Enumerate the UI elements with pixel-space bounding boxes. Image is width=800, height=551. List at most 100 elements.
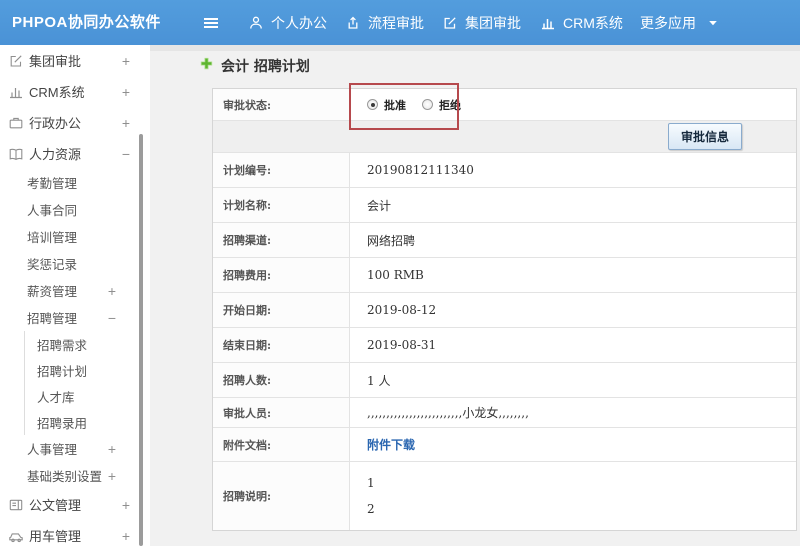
radio-approve-label: 批准 [384, 98, 406, 112]
sidebar-item-hr-contract[interactable]: 人事合同 [0, 196, 150, 223]
bar-chart-icon [8, 84, 24, 100]
sidebar-scrollbar[interactable] [139, 134, 143, 546]
sidebar-item-label: 人事管理 [27, 443, 78, 457]
field-label: 计划编号: [213, 153, 350, 187]
collapse-icon[interactable]: − [108, 311, 116, 325]
expand-icon[interactable]: + [122, 54, 130, 68]
top-navbar: PHPOA协同办公软件 个人办公 流程审批 集团审批 CRM系统 更多应用 [0, 0, 800, 45]
bar-chart-icon [540, 15, 556, 31]
field-value: 网络招聘 [367, 233, 416, 248]
table-row: 结束日期: 2019-08-31 [213, 328, 796, 363]
sidebar-item-recruit-mgmt[interactable]: 招聘管理 − [0, 304, 150, 331]
add-icon [200, 57, 213, 75]
sidebar-item-recruit-plan[interactable]: 招聘计划 [24, 357, 150, 383]
caret-down-icon [708, 18, 718, 28]
table-row: 招聘人数: 1 人 [213, 363, 796, 398]
expand-icon[interactable]: + [108, 469, 116, 483]
sidebar-item-admin-office[interactable]: 行政办公 + [0, 107, 150, 138]
nav-more-apps-caret[interactable] [708, 0, 718, 45]
field-value: 2019-08-31 [367, 338, 437, 352]
field-value: ,,,,,,,,,,,,,,,,,,,,,,,,,小龙女,,,,,,,, [367, 406, 529, 420]
sidebar-item-recruit-hire[interactable]: 招聘录用 [24, 409, 150, 435]
radio-approve[interactable] [367, 99, 378, 110]
field-value: 1 2 [350, 462, 796, 530]
user-icon [248, 15, 264, 31]
sidebar-item-hr[interactable]: 人力资源 − [0, 138, 150, 169]
document-icon [8, 497, 24, 513]
radio-reject[interactable] [422, 99, 433, 110]
app-title: PHPOA协同办公软件 [12, 14, 161, 31]
sidebar-item-label: 人力资源 [29, 147, 82, 162]
field-value: 1 人 [367, 373, 391, 388]
description-line: 2 [367, 502, 375, 516]
sidebar-item-label: 招聘管理 [27, 312, 78, 326]
table-row: 招聘渠道: 网络招聘 [213, 223, 796, 258]
expand-icon[interactable]: + [122, 498, 130, 512]
sidebar-item-document-mgmt[interactable]: 公文管理 + [0, 489, 150, 520]
description-line: 1 [367, 476, 375, 490]
sidebar-item-label: 招聘录用 [37, 416, 88, 431]
main-content: 会计 招聘计划 审批状态: 批准 拒绝 审批信息 计划编号: 201908121… [150, 45, 800, 546]
field-value: 附件下载 [350, 428, 796, 461]
nav-label: CRM系统 [563, 14, 623, 31]
collapse-icon[interactable]: − [122, 147, 130, 161]
table-row: 开始日期: 2019-08-12 [213, 293, 796, 328]
sidebar: 集团审批 + CRM系统 + 行政办公 + 人力资源 − 考勤管理 人事合同 培… [0, 45, 150, 546]
recruit-plan-form: 审批状态: 批准 拒绝 审批信息 计划编号: 20190812111340 计划… [212, 88, 797, 531]
sidebar-item-label: CRM系统 [29, 85, 85, 100]
button-row: 审批信息 [213, 121, 796, 153]
field-value: 100 RMB [367, 268, 424, 282]
field-label: 开始日期: [213, 293, 350, 327]
status-value-cell: 批准 拒绝 [350, 89, 796, 120]
nav-label: 流程审批 [368, 14, 424, 31]
edit-square-icon [442, 15, 458, 31]
expand-icon[interactable]: + [108, 442, 116, 456]
car-icon [8, 528, 24, 544]
expand-icon[interactable]: + [122, 116, 130, 130]
expand-icon[interactable]: + [122, 529, 130, 543]
edit-square-icon [8, 53, 24, 69]
sidebar-item-attendance[interactable]: 考勤管理 [0, 169, 150, 196]
expand-icon[interactable]: + [122, 85, 130, 99]
field-label: 招聘说明: [213, 462, 350, 530]
nav-label: 集团审批 [465, 14, 521, 31]
nav-process-approval[interactable]: 流程审批 [345, 0, 424, 45]
sidebar-item-label: 用车管理 [29, 529, 82, 544]
field-value: 20190812111340 [367, 163, 474, 177]
nav-more-apps[interactable]: 更多应用 [640, 0, 696, 45]
expand-icon[interactable]: + [108, 284, 116, 298]
field-label: 审批状态: [213, 89, 350, 120]
field-label: 附件文档: [213, 428, 350, 461]
table-row: 招聘费用: 100 RMB [213, 258, 796, 293]
attachment-download-link[interactable]: 附件下载 [367, 436, 415, 453]
page-title: 会计 招聘计划 [221, 59, 310, 75]
sidebar-item-base-category[interactable]: 基础类别设置 + [0, 462, 150, 489]
sidebar-item-training[interactable]: 培训管理 [0, 223, 150, 250]
nav-group-approval[interactable]: 集团审批 [442, 0, 521, 45]
sidebar-item-label: 奖惩记录 [27, 258, 78, 272]
table-row: 计划名称: 会计 [213, 188, 796, 223]
sidebar-item-label: 招聘计划 [37, 364, 88, 379]
sidebar-item-group-approval[interactable]: 集团审批 + [0, 45, 150, 76]
sidebar-item-rewards-penalties[interactable]: 奖惩记录 [0, 250, 150, 277]
approval-info-button[interactable]: 审批信息 [668, 123, 743, 150]
menu-toggle-button[interactable] [202, 0, 220, 45]
sidebar-item-label: 招聘需求 [37, 338, 88, 353]
sidebar-item-vehicle-mgmt[interactable]: 用车管理 + [0, 520, 150, 551]
nav-crm-system[interactable]: CRM系统 [540, 0, 623, 45]
field-label: 计划名称: [213, 188, 350, 222]
nav-personal-office[interactable]: 个人办公 [248, 0, 327, 45]
sidebar-item-label: 公文管理 [29, 498, 82, 513]
sidebar-item-crm[interactable]: CRM系统 + [0, 76, 150, 107]
field-label: 结束日期: [213, 328, 350, 362]
nav-label: 个人办公 [271, 14, 327, 31]
field-label: 审批人员: [213, 398, 350, 427]
sidebar-item-personnel-mgmt[interactable]: 人事管理 + [0, 435, 150, 462]
table-row: 计划编号: 20190812111340 [213, 153, 796, 188]
sidebar-item-recruit-demand[interactable]: 招聘需求 [24, 331, 150, 357]
hamburger-icon [202, 15, 220, 31]
sidebar-item-salary[interactable]: 薪资管理 + [0, 277, 150, 304]
sidebar-item-talent-pool[interactable]: 人才库 [24, 383, 150, 409]
page-header: 会计 招聘计划 [200, 56, 310, 76]
sidebar-item-label: 集团审批 [29, 54, 82, 69]
